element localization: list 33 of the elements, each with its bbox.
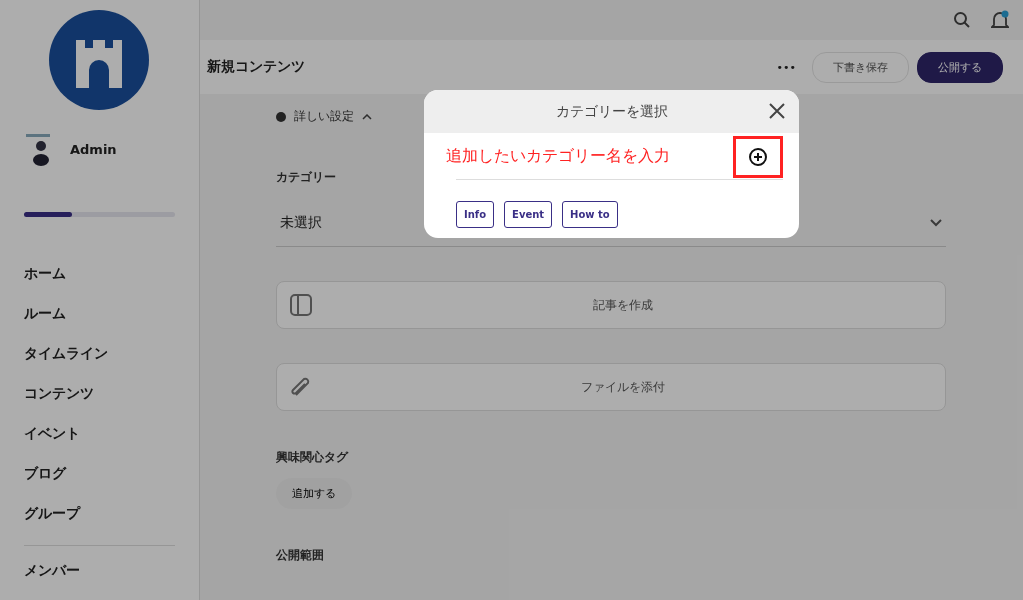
save-draft-button[interactable]: 下書き保存: [812, 51, 909, 83]
search-icon[interactable]: [953, 11, 971, 29]
nav-item[interactable]: タイムライン: [24, 343, 175, 363]
category-chip[interactable]: How to: [562, 201, 618, 228]
nav-item[interactable]: イベント: [24, 423, 175, 443]
bell-icon[interactable]: [991, 10, 1009, 30]
nav-item[interactable]: ルーム: [24, 303, 175, 323]
field-label: 興味関心タグ: [276, 449, 348, 466]
user-name: Admin: [70, 141, 117, 157]
advanced-settings-toggle[interactable]: 詳しい設定: [294, 108, 354, 125]
panel-icon: [289, 293, 313, 317]
field-label: カテゴリー: [276, 169, 336, 186]
nav-item[interactable]: ブログ: [24, 463, 175, 483]
nav-item[interactable]: メンバー: [24, 560, 175, 580]
caret-icon: [362, 113, 372, 120]
annotation-text: 追加したいカテゴリー名を入力: [446, 145, 671, 167]
create-article-button[interactable]: 記事を作成: [276, 281, 946, 329]
attach-file-button[interactable]: ファイルを添付: [276, 363, 946, 411]
nav-item[interactable]: コンテンツ: [24, 383, 175, 403]
category-chip[interactable]: Event: [504, 201, 553, 228]
publish-button[interactable]: 公開する: [917, 51, 1003, 83]
nav-item[interactable]: グループ: [24, 503, 175, 523]
category-chip[interactable]: Info: [456, 201, 495, 228]
dialog-title: カテゴリーを選択: [555, 102, 668, 121]
nav-item[interactable]: ホーム: [24, 263, 175, 283]
add-category-button[interactable]: [733, 136, 783, 178]
page-title: 新規コンテンツ: [207, 58, 306, 76]
plus-circle-icon: [748, 147, 768, 167]
field-label: 公開範囲: [276, 547, 324, 564]
close-icon[interactable]: [767, 101, 787, 121]
add-tag-button[interactable]: 追加する: [276, 478, 352, 509]
more-menu[interactable]: •••: [776, 60, 796, 74]
chevron-icon: [930, 219, 942, 227]
